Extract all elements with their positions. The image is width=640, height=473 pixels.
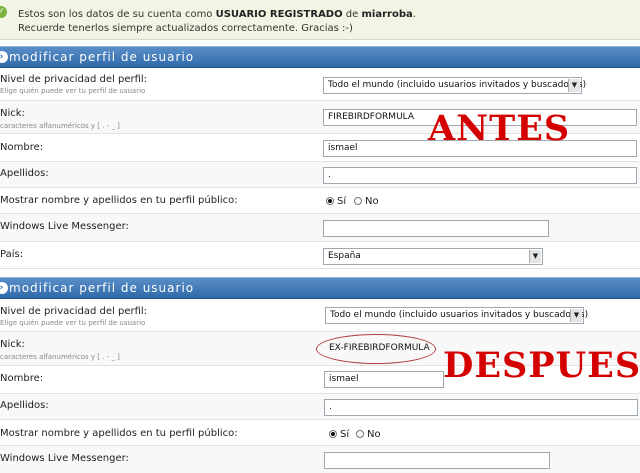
section-header-1: › modificar perfil de usuario: [0, 46, 640, 68]
pais-row-1: País: España ▼: [0, 242, 640, 269]
messenger-input[interactable]: [323, 220, 549, 237]
apellidos-input[interactable]: .: [324, 399, 638, 416]
radio-si[interactable]: Sí: [326, 196, 346, 207]
privacy-select[interactable]: Todo el mundo (incluido usuarios invitad…: [325, 307, 588, 324]
chevron-down-icon[interactable]: ▼: [529, 250, 541, 263]
account-notice: ✓ Estos son los datos de su cuenta como …: [0, 0, 640, 40]
notice-line-2: Recuerde tenerlos siempre actualizados c…: [18, 23, 353, 34]
messenger-row-1: Windows Live Messenger:: [0, 214, 640, 242]
apellidos-row-1: Apellidos: .: [0, 162, 640, 188]
mostrar-row-1: Mostrar nombre y apellidos en tu perfil …: [0, 188, 640, 214]
apellidos-input[interactable]: .: [323, 167, 637, 184]
messenger-row-2: Windows Live Messenger:: [0, 446, 640, 473]
mostrar-row-2: Mostrar nombre y apellidos en tu perfil …: [0, 420, 640, 446]
radio-unselected-icon: [356, 430, 364, 438]
chevron-down-icon[interactable]: ▼: [570, 309, 582, 322]
privacy-row-2: Nivel de privacidad del perfil: Elige qu…: [0, 300, 640, 332]
radio-unselected-icon: [354, 197, 362, 205]
privacy-row-1: Nivel de privacidad del perfil: Elige qu…: [0, 69, 640, 101]
section-header-2: › modificar perfil de usuario: [0, 277, 640, 299]
nombre-input[interactable]: ismael: [324, 371, 444, 388]
antes-overlay: ANTES: [428, 108, 571, 149]
radio-si[interactable]: Sí: [329, 429, 349, 440]
radio-selected-icon: [326, 197, 334, 205]
despues-overlay: DESPUES: [443, 345, 640, 386]
pais-select[interactable]: España ▼: [323, 248, 543, 265]
chevron-down-icon[interactable]: ▼: [568, 79, 580, 92]
arrow-right-circle-icon: ›: [0, 51, 8, 63]
notice-line-1: Estos son los datos de su cuenta como US…: [18, 9, 416, 20]
radio-no[interactable]: No: [356, 429, 381, 440]
radio-no[interactable]: No: [354, 196, 379, 207]
messenger-input[interactable]: [324, 452, 550, 469]
arrow-right-circle-icon: ›: [0, 282, 8, 294]
highlight-ellipse: [316, 334, 436, 364]
check-circle-icon: ✓: [0, 6, 7, 18]
apellidos-row-2: Apellidos: .: [0, 394, 640, 420]
radio-selected-icon: [329, 430, 337, 438]
privacy-select[interactable]: Todo el mundo (incluido usuarios invitad…: [323, 77, 586, 94]
